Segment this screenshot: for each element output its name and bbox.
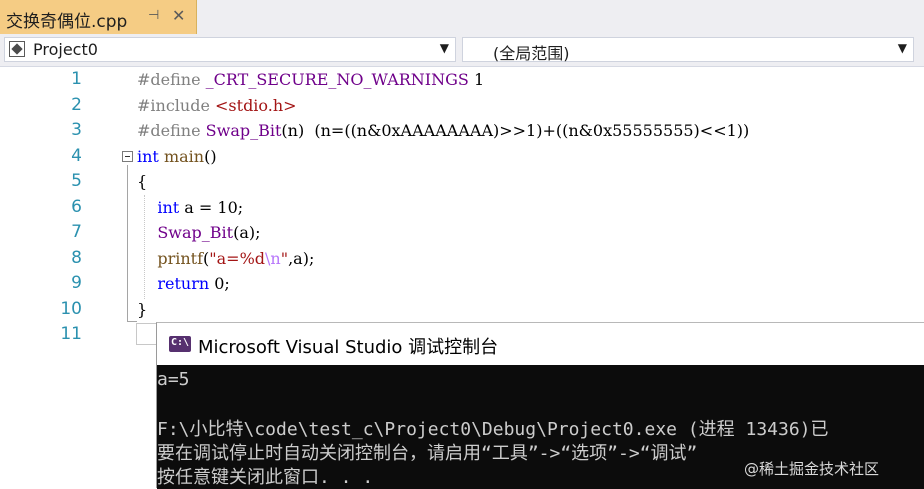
caret-line-marker <box>136 323 158 345</box>
chevron-down-icon[interactable]: ▼ <box>898 41 907 55</box>
code-token: a = 10; <box>179 197 244 217</box>
console-line: 按任意键关闭此窗口. . . <box>157 467 374 488</box>
project-icon <box>9 41 25 57</box>
console-title-bar[interactable]: C:\ Microsoft Visual Studio 调试控制台 <box>157 323 924 365</box>
line-number: 3 <box>71 120 82 140</box>
code-token: "a=%d <box>209 248 266 268</box>
code-token: ,a); <box>288 248 315 268</box>
code-line[interactable]: } <box>137 300 147 319</box>
code-line[interactable]: return 0; <box>137 274 230 293</box>
pin-icon[interactable]: ⊣ <box>148 8 159 23</box>
code-token: } <box>137 299 148 319</box>
navigation-bar: Project0 ▼ (全局范围) ▼ <box>0 34 924 67</box>
line-number: 5 <box>71 171 82 191</box>
line-number: 11 <box>60 324 82 344</box>
line-number: 7 <box>71 222 82 242</box>
document-tab-strip: 交换奇偶位.cpp ⊣ ✕ <box>0 0 924 35</box>
console-line: F:\小比特\code\test_c\Project0\Debug\Projec… <box>157 419 829 440</box>
tab-title: 交换奇偶位.cpp <box>6 12 128 32</box>
code-token: #include <box>137 95 216 115</box>
scope-label: (全局范围) <box>493 44 570 63</box>
vs-console-icon: C:\ <box>169 336 191 352</box>
code-line[interactable]: Swap_Bit(a); <box>137 223 261 242</box>
watermark: @稀土掘金技术社区 <box>744 460 880 478</box>
project-label: Project0 <box>33 40 98 59</box>
code-token: #define <box>137 70 206 89</box>
code-line[interactable]: #include <stdio.h> <box>137 96 297 115</box>
fold-guide-end <box>127 321 137 322</box>
console-line: a=5 <box>157 369 190 390</box>
document-tab[interactable]: 交换奇偶位.cpp ⊣ ✕ <box>0 0 197 34</box>
indent-guide <box>144 195 145 299</box>
code-token: return <box>137 274 210 293</box>
code-token: int <box>137 146 159 166</box>
code-token: 1 <box>468 70 485 89</box>
line-number: 9 <box>71 273 82 293</box>
project-dropdown[interactable]: Project0 ▼ <box>4 37 456 62</box>
code-line[interactable]: int main() <box>137 147 217 166</box>
code-token: _CRT_SECURE_NO_WARNINGS <box>205 70 469 89</box>
code-line[interactable]: int a = 10; <box>137 198 243 217</box>
code-token: (n) (n=((n&0xAAAAAAAA)>>1)+((n&0x5555555… <box>281 121 750 140</box>
close-icon[interactable]: ✕ <box>172 6 185 25</box>
code-line[interactable]: #define _CRT_SECURE_NO_WARNINGS 1 <box>137 70 484 89</box>
code-line[interactable]: { <box>137 172 147 191</box>
console-title: Microsoft Visual Studio 调试控制台 <box>198 337 499 358</box>
code-token: { <box>137 172 148 191</box>
code-token: printf <box>137 248 204 268</box>
code-token: " <box>280 248 289 268</box>
line-number: 4 <box>71 145 82 166</box>
code-token: (a); <box>233 223 261 242</box>
code-token: \n <box>265 248 281 268</box>
line-number: 6 <box>71 196 82 217</box>
line-number: 1 <box>71 69 82 89</box>
code-token: Swap_Bit <box>205 121 282 140</box>
fold-guide <box>127 165 128 322</box>
code-token: () <box>204 146 217 166</box>
code-token: main <box>158 146 205 166</box>
collapse-toggle-icon[interactable] <box>122 151 133 162</box>
code-token: Swap_Bit <box>137 223 234 242</box>
code-token: 0; <box>209 274 230 293</box>
line-number: 10 <box>60 298 82 319</box>
code-token: <stdio.h> <box>215 95 297 115</box>
chevron-down-icon[interactable]: ▼ <box>440 41 449 55</box>
scope-dropdown[interactable]: (全局范围) ▼ <box>462 37 914 63</box>
code-line[interactable]: #define Swap_Bit(n) (n=((n&0xAAAAAAAA)>>… <box>137 121 749 140</box>
line-number: 2 <box>71 94 82 115</box>
console-line: 要在调试停止时自动关闭控制台，请启用“工具”->“选项”->“调试” <box>157 443 698 464</box>
code-line[interactable]: printf("a=%d\n",a); <box>137 249 314 268</box>
line-number: 8 <box>71 247 82 268</box>
code-token: #define <box>137 121 206 140</box>
